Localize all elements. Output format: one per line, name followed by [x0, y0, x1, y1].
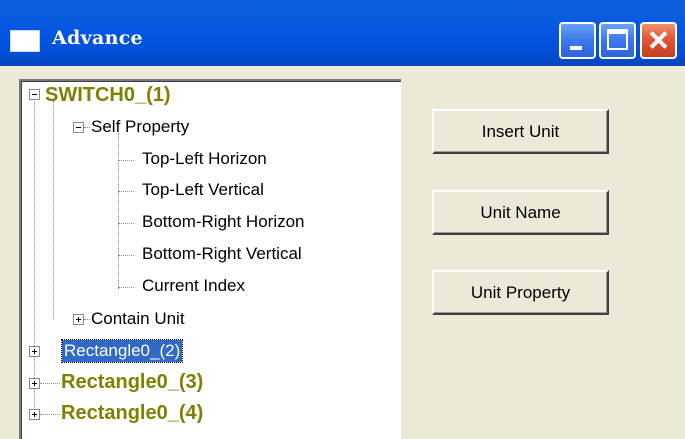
- tree-node-bottom-right-horizon[interactable]: Bottom-Right Horizon: [140, 211, 307, 233]
- tree-connector-level1: [53, 101, 54, 319]
- window-title: Advance: [52, 27, 143, 49]
- tree-connector: [118, 191, 134, 192]
- tree-connector: [118, 255, 134, 256]
- unit-name-button[interactable]: Unit Name: [432, 190, 609, 235]
- expand-icon[interactable]: [29, 409, 40, 420]
- collapse-icon[interactable]: [29, 89, 40, 100]
- tree-node-rectangle0-4[interactable]: Rectangle0_(4): [59, 402, 205, 424]
- tree-connector: [40, 383, 60, 384]
- tree-node-top-left-horizon[interactable]: Top-Left Horizon: [140, 148, 269, 170]
- tree-connector: [118, 287, 134, 288]
- unit-property-button[interactable]: Unit Property: [432, 270, 609, 315]
- tree-node-top-left-vertical[interactable]: Top-Left Vertical: [140, 179, 266, 201]
- minimize-icon: [570, 46, 582, 50]
- advance-window: Advance SWITCH0_(1) Self Property Top-Le…: [0, 0, 685, 439]
- tree-connector-root: [34, 101, 35, 412]
- maximize-button[interactable]: [599, 22, 636, 59]
- close-button[interactable]: [640, 22, 677, 59]
- insert-unit-button[interactable]: Insert Unit: [432, 109, 609, 154]
- tree-connector: [118, 160, 134, 161]
- maximize-icon: [607, 29, 628, 50]
- tree-connector: [40, 414, 60, 415]
- expand-icon[interactable]: [73, 314, 84, 325]
- title-bar[interactable]: Advance: [0, 0, 685, 66]
- expand-icon[interactable]: [29, 346, 40, 357]
- tree-node-switch0-1[interactable]: SWITCH0_(1): [43, 84, 173, 106]
- tree-node-bottom-right-vertical[interactable]: Bottom-Right Vertical: [140, 243, 304, 265]
- tree-connector: [118, 223, 134, 224]
- tree-node-rectangle0-3[interactable]: Rectangle0_(3): [59, 371, 205, 393]
- tree-node-current-index[interactable]: Current Index: [140, 275, 247, 297]
- minimize-button[interactable]: [559, 22, 596, 59]
- unit-tree-view[interactable]: SWITCH0_(1) Self Property Top-Left Horiz…: [19, 79, 401, 439]
- tree-node-contain-unit[interactable]: Contain Unit: [89, 308, 187, 330]
- expand-icon[interactable]: [29, 378, 40, 389]
- close-icon: [642, 24, 675, 57]
- tree-node-rectangle0-2[interactable]: Rectangle0_(2): [60, 339, 184, 363]
- tree-node-self-property[interactable]: Self Property: [89, 116, 191, 138]
- tree-connector-level2: [118, 133, 119, 289]
- window-icon: [10, 30, 40, 52]
- collapse-icon[interactable]: [73, 122, 84, 133]
